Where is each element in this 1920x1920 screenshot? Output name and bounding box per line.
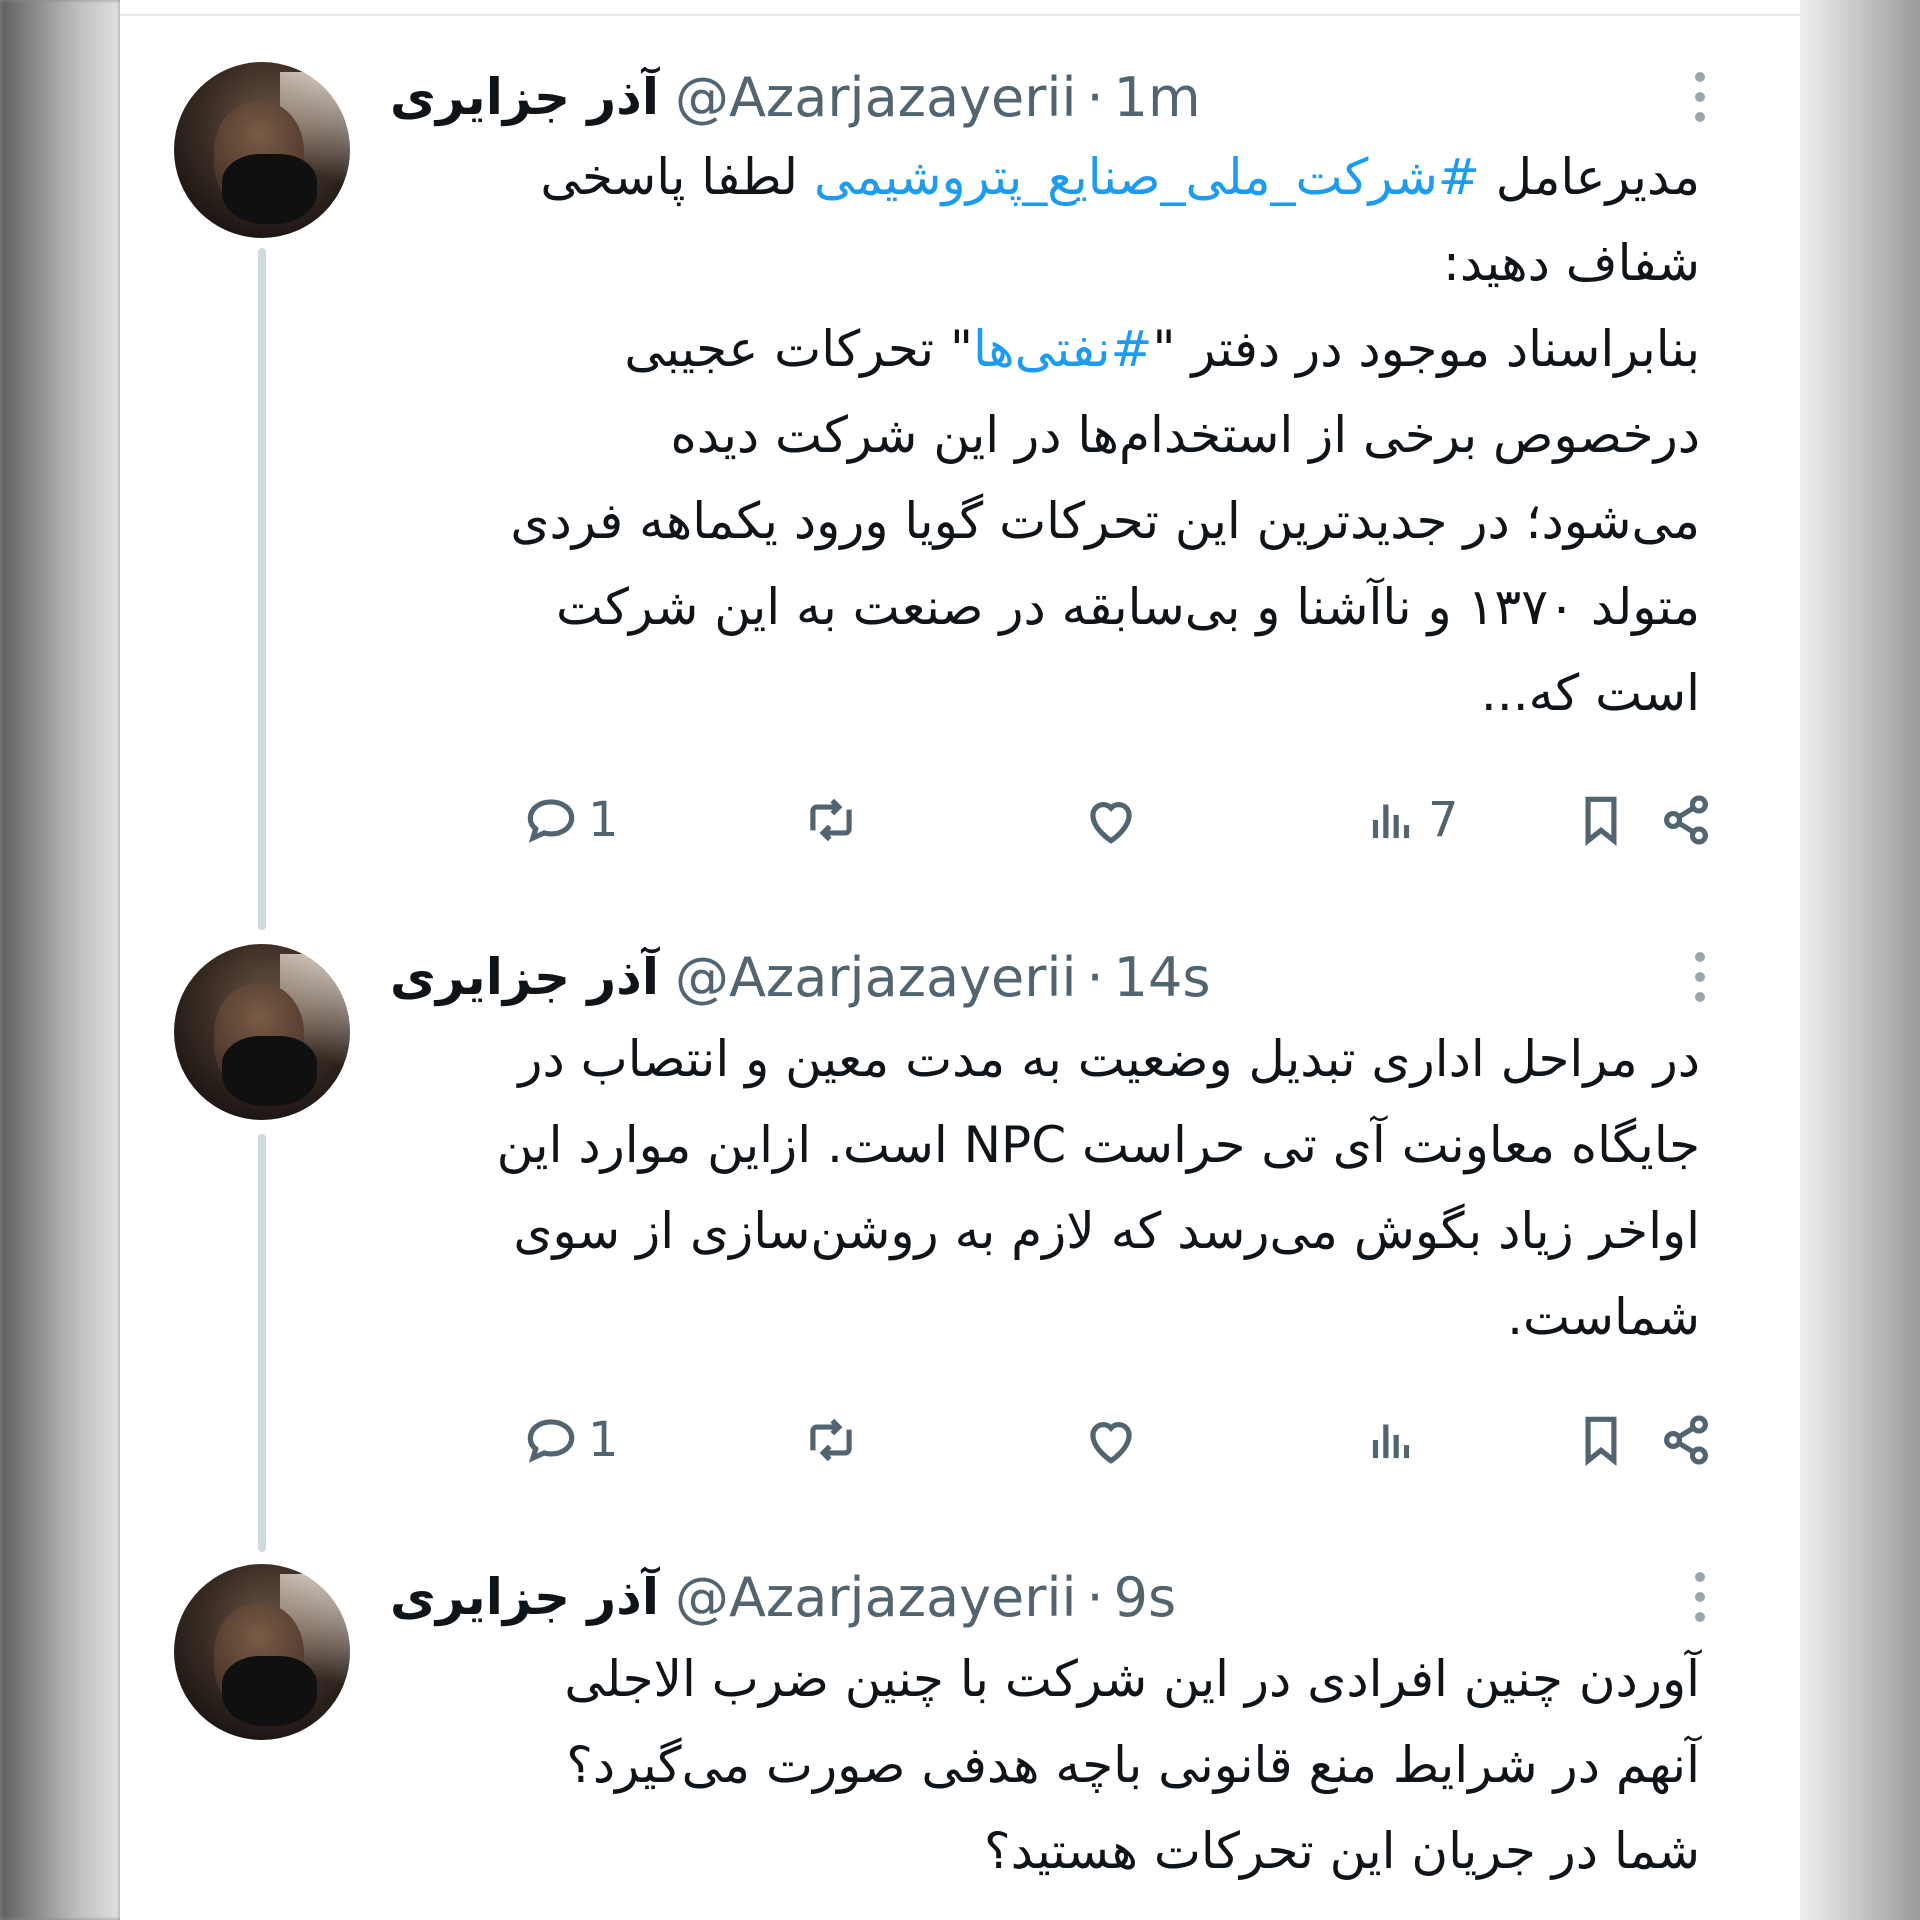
separator: · xyxy=(1086,65,1104,129)
hashtag-link[interactable]: #شرکت_ملی_صنایع_پتروشیمی xyxy=(814,148,1480,206)
avatar-mask xyxy=(222,154,317,224)
background-left xyxy=(0,0,120,1920)
share-icon xyxy=(1664,1415,1708,1465)
avatar-mask xyxy=(222,1656,317,1726)
avatar[interactable] xyxy=(174,944,350,1120)
timestamp[interactable]: 1m xyxy=(1114,66,1201,129)
tweet-line: جایگاه معاونت آی تی حراست NPC است. ازاین… xyxy=(496,1116,1700,1174)
tweet-line: درخصوص برخی از استخدام‌ها در این شرکت دی… xyxy=(670,406,1700,464)
display-name[interactable]: آذر جزایری xyxy=(390,68,659,126)
tweet-header: آذر جزایری @Azarjazayerii · 9s xyxy=(390,1562,1176,1632)
avatar-mask xyxy=(222,1036,317,1106)
separator: · xyxy=(1086,945,1104,1009)
tweet-text: آوردن چنین افرادی در این شرکت با چنین ضر… xyxy=(410,1636,1700,1894)
retweet-icon xyxy=(810,798,852,842)
background-right xyxy=(1800,0,1920,1920)
thread-card: آذر جزایری @Azarjazayerii · 1m مدیرعامل … xyxy=(120,0,1800,1920)
user-handle[interactable]: @Azarjazayerii xyxy=(675,946,1077,1009)
tweet-line: است که... xyxy=(1480,664,1700,722)
tweet-line: شماست. xyxy=(1507,1288,1700,1346)
views-count: 7 xyxy=(1428,792,1459,848)
tweet-actions: 1 xyxy=(390,1400,1720,1480)
tweet-header: آذر جزایری @Azarjazayerii · 1m xyxy=(390,62,1201,132)
tweet-text: مدیرعامل #شرکت_ملی_صنایع_پتروشیمی لطفا پ… xyxy=(410,134,1700,736)
more-options-icon[interactable] xyxy=(1680,942,1720,1012)
bookmark-button[interactable] xyxy=(1570,1400,1632,1480)
retweet-button[interactable] xyxy=(800,1400,862,1480)
tweet-line: می‌شود؛ در جدیدترین این تحرکات گویا ورود… xyxy=(510,492,1700,550)
tweet-text: در مراحل اداری تبدیل وضعیت به مدت معین و… xyxy=(410,1016,1700,1360)
tweet-line: مدیرعامل #شرکت_ملی_صنایع_پتروشیمی لطفا پ… xyxy=(410,134,1700,220)
more-options-icon[interactable] xyxy=(1680,62,1720,132)
share-button[interactable] xyxy=(1655,780,1717,860)
bookmark-icon xyxy=(1585,796,1617,847)
tweet-header: آذر جزایری @Azarjazayerii · 14s xyxy=(390,942,1211,1012)
display-name[interactable]: آذر جزایری xyxy=(390,1568,659,1626)
like-button[interactable] xyxy=(1080,1400,1142,1480)
text-fragment: بنابراسناد موجود در دفتر " xyxy=(1152,320,1700,378)
share-icon xyxy=(1664,795,1708,845)
text-fragment: مدیرعامل xyxy=(1479,148,1700,206)
heart-icon xyxy=(1090,802,1132,844)
tweet[interactable]: آذر جزایری @Azarjazayerii · 9s آوردن چنی… xyxy=(120,1520,1800,1920)
tweet[interactable]: آذر جزایری @Azarjazayerii · 1m مدیرعامل … xyxy=(120,0,1800,900)
text-fragment: " تحرکات عجیبی xyxy=(624,320,973,378)
tweet-line: در مراحل اداری تبدیل وضعیت به مدت معین و… xyxy=(518,1030,1700,1088)
timestamp[interactable]: 14s xyxy=(1114,946,1211,1009)
tweet-line: شما در جریان این تحرکات هستید؟ xyxy=(984,1822,1700,1880)
retweet-button[interactable] xyxy=(800,780,862,860)
retweet-icon xyxy=(810,1418,852,1462)
user-handle[interactable]: @Azarjazayerii xyxy=(675,1566,1077,1629)
tweet-line: متولد ۱۳۷۰ و ناآشنا و بی‌سابقه در صنعت ب… xyxy=(556,578,1700,636)
reply-icon xyxy=(527,799,575,843)
tweet-line: اواخر زیاد بگوش می‌رسد که لازم به روشن‌س… xyxy=(513,1202,1700,1260)
text-fragment: لطفا پاسخی xyxy=(540,148,814,206)
more-options-icon[interactable] xyxy=(1680,1562,1720,1632)
heart-icon xyxy=(1090,1422,1132,1464)
user-handle[interactable]: @Azarjazayerii xyxy=(675,66,1077,129)
views-icon xyxy=(1372,1424,1410,1459)
display-name[interactable]: آذر جزایری xyxy=(390,948,659,1006)
separator: · xyxy=(1086,1565,1104,1629)
tweet[interactable]: آذر جزایری @Azarjazayerii · 14s در مراحل… xyxy=(120,900,1800,1520)
tweet-line: آنهم در شرایط منع قانونی باچه هدفی صورت … xyxy=(566,1736,1700,1794)
bookmark-icon xyxy=(1585,1416,1617,1467)
reply-count: 1 xyxy=(588,1412,619,1468)
avatar[interactable] xyxy=(174,62,350,238)
like-button[interactable] xyxy=(1080,780,1142,860)
views-button[interactable]: 7 xyxy=(1360,780,1459,860)
views-icon xyxy=(1372,804,1410,839)
timestamp[interactable]: 9s xyxy=(1114,1566,1177,1629)
hashtag-link[interactable]: #نفتی‌ها xyxy=(973,320,1152,378)
views-button[interactable] xyxy=(1360,1400,1422,1480)
bookmark-button[interactable] xyxy=(1570,780,1632,860)
tweet-line: بنابراسناد موجود در دفتر "#نفتی‌ها" تحرک… xyxy=(410,306,1700,392)
reply-button[interactable]: 1 xyxy=(520,1400,619,1480)
avatar[interactable] xyxy=(174,1564,350,1740)
reply-button[interactable]: 1 xyxy=(520,780,619,860)
tweet-actions: 1 7 xyxy=(390,780,1720,860)
tweet-line: آوردن چنین افرادی در این شرکت با چنین ضر… xyxy=(564,1650,1700,1708)
reply-icon xyxy=(527,1419,575,1463)
share-button[interactable] xyxy=(1655,1400,1717,1480)
tweet-line: شفاف دهید: xyxy=(1443,234,1700,292)
reply-count: 1 xyxy=(588,792,619,848)
